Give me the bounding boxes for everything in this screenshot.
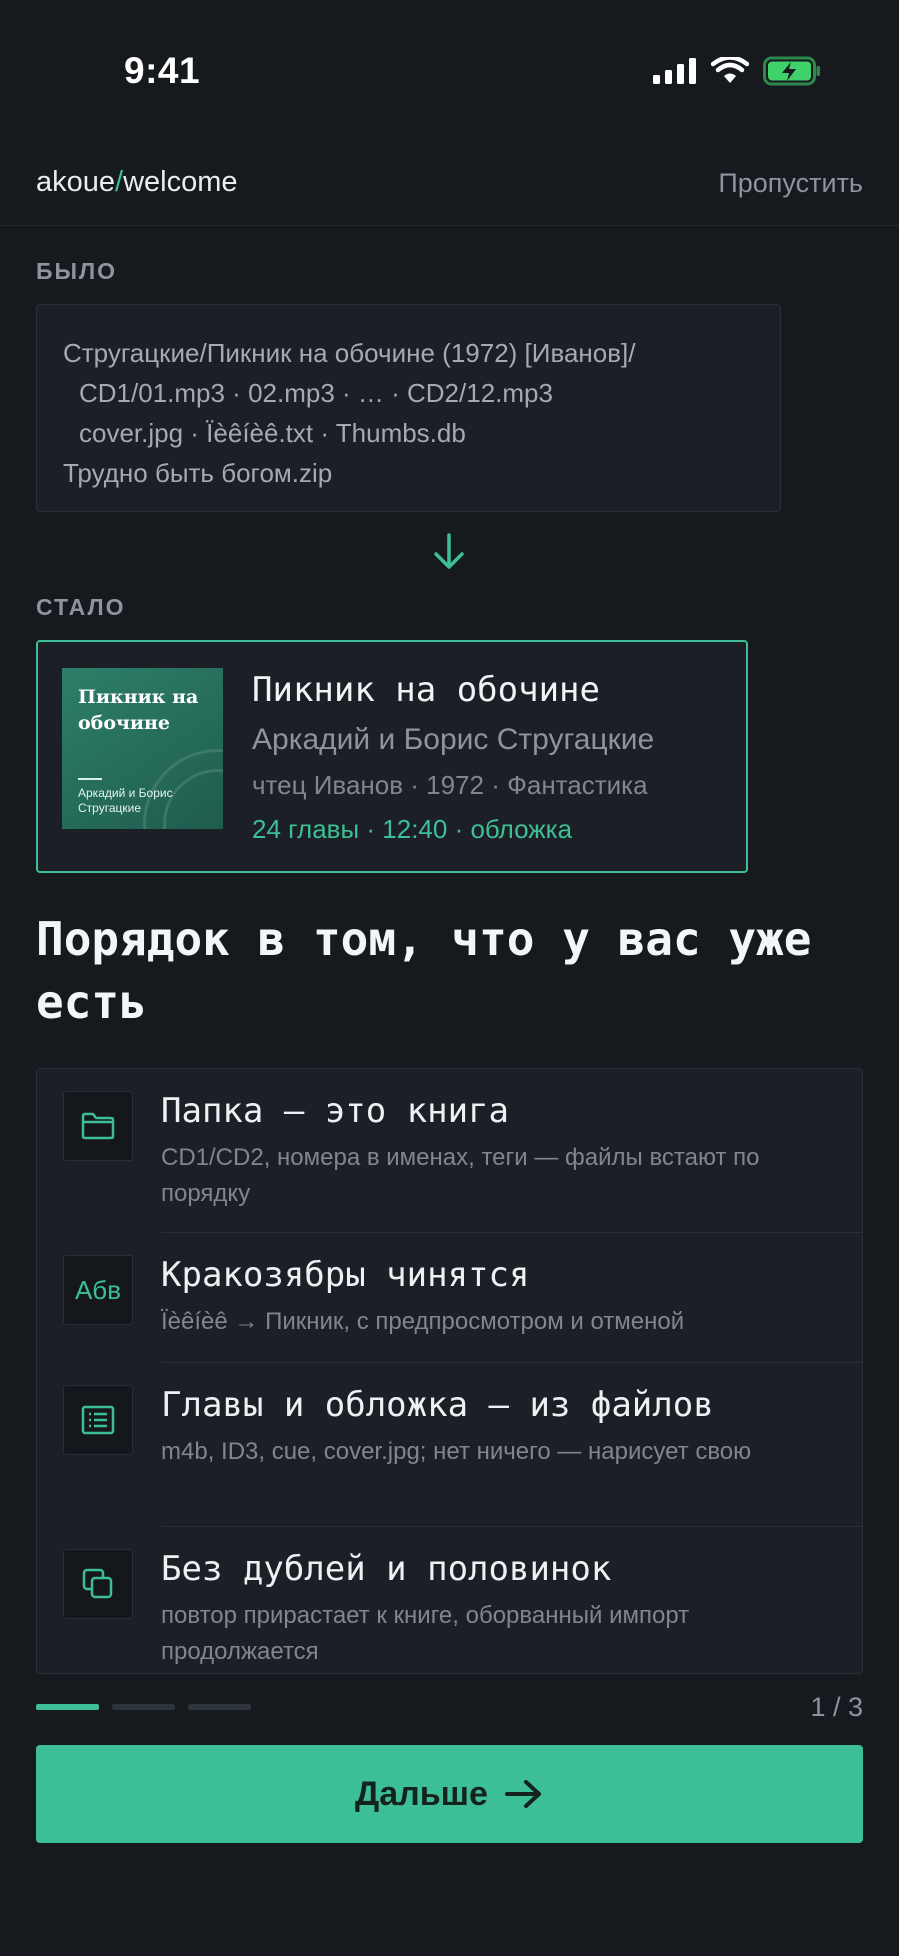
book-meta: чтец Иванов · 1972 · Фантастика: [252, 770, 648, 800]
breadcrumb-separator: /: [115, 166, 124, 198]
status-bar: 9:41: [0, 0, 899, 140]
book-author: Аркадий и Борис Стругацкие: [252, 723, 655, 756]
cellular-signal-icon: [653, 58, 696, 84]
feature-item: Абв Кракозябры чинятся Ïèêíèê → Пикник, …: [37, 1233, 862, 1363]
book-card: Пикник на обочине Аркадий и Борис Струга…: [36, 640, 748, 873]
book-title: Пикник на обочине: [252, 670, 600, 710]
battery-charging-icon: [763, 56, 820, 86]
feature-title: Папка — это книга: [161, 1091, 509, 1131]
status-icons: [653, 56, 821, 86]
page-count: 1 / 3: [810, 1692, 863, 1722]
cover-author: Аркадий и Борис Стругацкие: [78, 786, 173, 815]
breadcrumb-app: akoue: [36, 166, 116, 198]
after-label: СТАЛО: [36, 594, 126, 620]
next-button[interactable]: Дальше: [36, 1745, 863, 1843]
feature-description: CD1/CD2, номера в именах, теги — файлы в…: [161, 1144, 760, 1207]
feature-title: Кракозябры чинятся: [161, 1255, 530, 1295]
feature-item: Главы и обложка — из файлов m4b, ID3, cu…: [37, 1363, 862, 1527]
duplicates-icon: [63, 1549, 133, 1619]
feature-title: Без дублей и половинок: [161, 1549, 612, 1589]
page-title: Порядок в том, что у вас уже есть: [36, 912, 812, 1029]
chapters-list-icon: [63, 1385, 133, 1455]
page-dot: [112, 1704, 175, 1710]
encoding-icon-label: Абв: [74, 1274, 122, 1305]
before-line: cover.jpg · Ïèêíèê.txt · Thumbs.db: [79, 418, 466, 448]
feature-item: Без дублей и половинок повтор прирастает…: [37, 1527, 862, 1673]
status-time: 9:41: [124, 50, 201, 91]
folder-icon: [63, 1091, 133, 1161]
before-file-list: Стругацкие/Пикник на обочине (1972) [Ива…: [36, 304, 781, 512]
skip-button[interactable]: Пропустить: [718, 168, 863, 199]
feature-description: Ïèêíèê → Пикник, с предпросмотром и отме…: [161, 1308, 685, 1335]
before-line: CD1/01.mp3 · 02.mp3 · … · CD2/12.mp3: [79, 378, 553, 408]
welcome-screen: 9:41 akoue/welcome Пропустить БЫЛО Струг…: [0, 0, 899, 1956]
breadcrumb-page: welcome: [123, 166, 238, 198]
feature-title: Главы и обложка — из файлов: [161, 1385, 714, 1425]
page-indicator: [36, 1704, 251, 1710]
arrow-right-icon: [504, 1780, 541, 1808]
book-cover: Пикник на обочине Аркадий и Борис Струга…: [62, 668, 223, 829]
before-line: Стругацкие/Пикник на обочине (1972) [Ива…: [63, 338, 636, 368]
cover-title: Пикник на обочине: [78, 686, 199, 734]
encoding-icon: Абв: [63, 1255, 133, 1325]
feature-list: Папка — это книга CD1/CD2, номера в имен…: [36, 1068, 863, 1674]
wifi-icon: [711, 57, 749, 83]
cover-divider: [78, 778, 102, 780]
before-line: Трудно быть богом.zip: [63, 458, 333, 488]
arrow-down-icon: [434, 533, 464, 569]
breadcrumb: akoue/welcome: [36, 166, 238, 199]
feature-item: Папка — это книга CD1/CD2, номера в имен…: [37, 1069, 862, 1233]
before-label: БЫЛО: [36, 258, 118, 284]
feature-description: повтор прирастает к книге, оборванный им…: [161, 1602, 690, 1665]
page-dot-active: [36, 1704, 99, 1710]
next-button-label: Дальше: [355, 1774, 488, 1813]
page-dot: [188, 1704, 251, 1710]
feature-description: m4b, ID3, cue, cover.jpg; нет ничего — н…: [161, 1438, 752, 1465]
book-stats: 24 главы · 12:40 · обложка: [252, 814, 573, 844]
top-bar: akoue/welcome Пропустить: [0, 150, 899, 226]
